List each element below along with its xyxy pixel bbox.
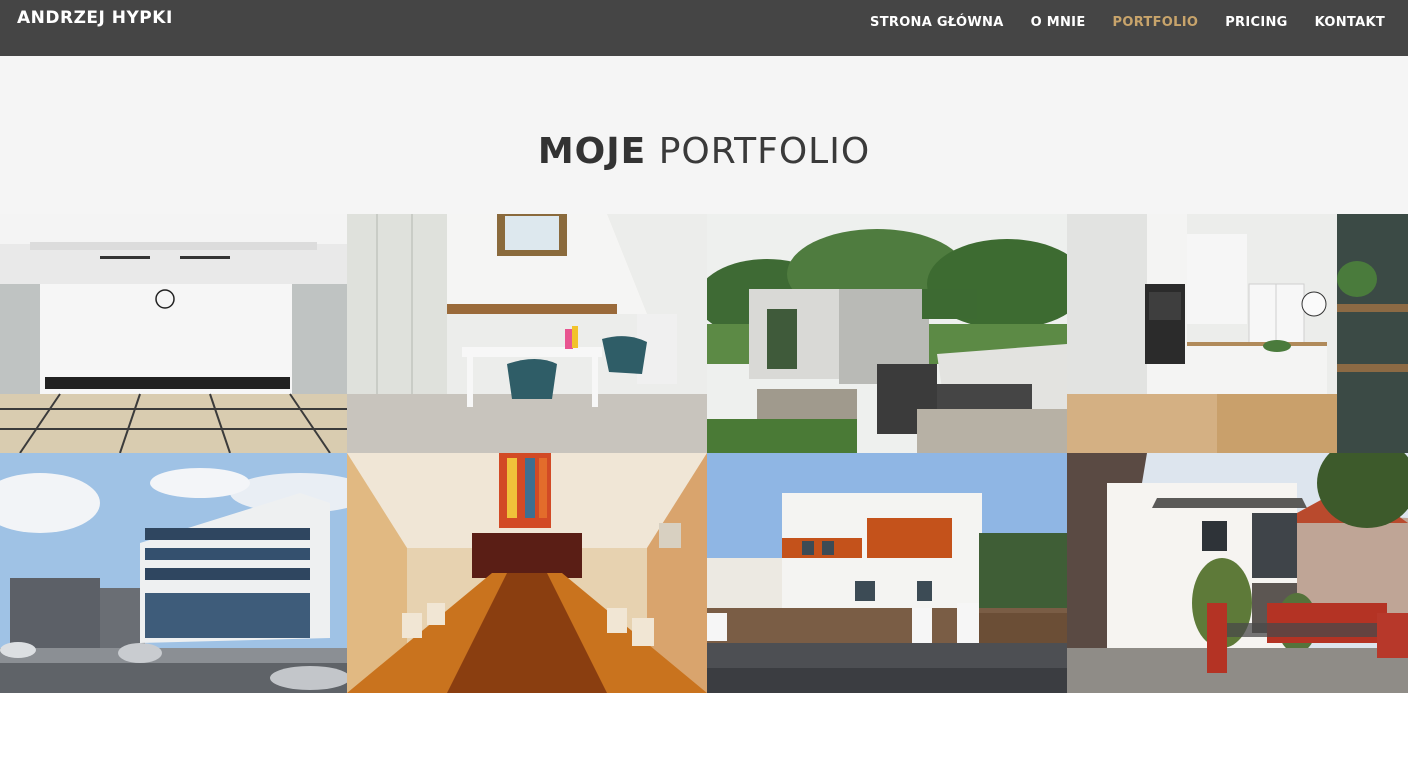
- nav-item-about[interactable]: O MNIE: [1031, 15, 1086, 30]
- portfolio-item-white-house-brick-fence[interactable]: [1067, 453, 1408, 693]
- portfolio-item-white-kitchen[interactable]: [1067, 214, 1408, 453]
- nav-item-pricing[interactable]: PRICING: [1225, 15, 1287, 30]
- portfolio-item-attic-office[interactable]: [347, 214, 707, 453]
- portfolio-item-office-building[interactable]: [0, 453, 347, 693]
- garden-pavilion-image: [707, 214, 1067, 453]
- portfolio-item-conference-room[interactable]: [347, 453, 707, 693]
- nav-item-home[interactable]: STRONA GŁÓWNA: [870, 15, 1004, 30]
- office-building-image: [0, 453, 347, 693]
- white-kitchen-image: [1067, 214, 1408, 453]
- portfolio-grid: [0, 214, 1408, 693]
- conference-room-image: [347, 453, 707, 693]
- hero-section: MOJE PORTFOLIO: [0, 56, 1408, 214]
- page-title-light: PORTFOLIO: [658, 131, 871, 172]
- nav-item-portfolio[interactable]: PORTFOLIO: [1113, 15, 1199, 30]
- portfolio-item-hall-interior[interactable]: [0, 214, 347, 453]
- page-title-strong: MOJE: [537, 131, 647, 172]
- white-house-brick-fence-image: [1067, 453, 1408, 693]
- portfolio-item-modern-house-orange[interactable]: [707, 453, 1067, 693]
- attic-office-image: [347, 214, 707, 453]
- hall-interior-image: [0, 214, 347, 453]
- nav-item-contact[interactable]: KONTAKT: [1315, 15, 1385, 30]
- page-footer-space: [0, 693, 1408, 761]
- page-title: MOJE PORTFOLIO: [0, 132, 1408, 172]
- modern-house-orange-image: [707, 453, 1067, 693]
- site-brand[interactable]: ANDRZEJ HYPKI: [17, 8, 173, 28]
- portfolio-item-garden-pavilion[interactable]: [707, 214, 1067, 453]
- top-navbar: ANDRZEJ HYPKI STRONA GŁÓWNA O MNIE PORTF…: [0, 0, 1408, 56]
- main-nav: STRONA GŁÓWNA O MNIE PORTFOLIO PRICING K…: [870, 15, 1385, 30]
